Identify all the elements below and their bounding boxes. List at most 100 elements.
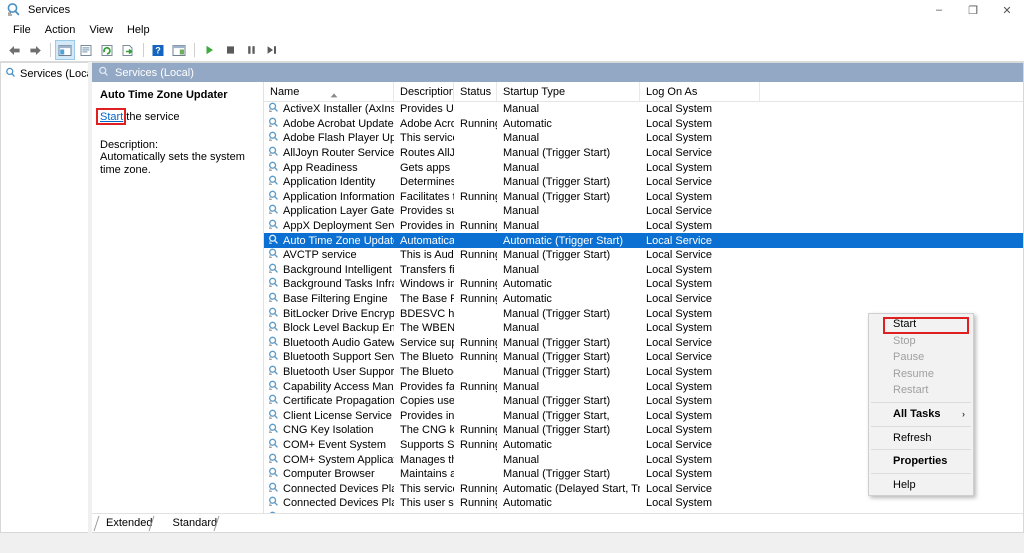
cell-name: Block Level Backup Engine ... (264, 321, 394, 335)
cell-status: Running (454, 512, 497, 513)
cell-name: Application Layer Gateway ... (264, 204, 394, 218)
cell-log-on-as: Local Service (646, 293, 713, 306)
cell-description: Provides su... (400, 205, 454, 218)
toolbar-separator-3 (194, 43, 195, 57)
service-name-label: Base Filtering Engine (283, 293, 388, 306)
cell-log-on-as: Local System (640, 512, 760, 513)
cell-startup-type: Automatic (503, 497, 552, 510)
table-row[interactable]: Background Tasks Infrastru... Windows in.… (264, 277, 1023, 292)
tree-node-services-local[interactable]: Services (Local) (1, 65, 99, 82)
menu-action[interactable]: Action (38, 21, 83, 39)
context-menu-start-label: Start (893, 318, 917, 330)
services-icon (268, 511, 279, 513)
table-row[interactable]: AllJoyn Router Service Routes AllJo... Man… (264, 146, 1023, 161)
service-name-label: Bluetooth Support Service (283, 351, 394, 364)
context-menu-help[interactable]: Help (869, 477, 973, 494)
tab-extended[interactable]: Extended (93, 515, 163, 532)
stop-service-icon[interactable] (220, 40, 240, 60)
show-hide-console-tree-icon[interactable] (55, 40, 75, 60)
context-menu-restart-label: Restart (893, 384, 929, 397)
services-icon (98, 66, 109, 80)
cell-name: Connected User Experience... (264, 511, 394, 513)
table-row[interactable]: Application Information Facilitates t... R… (264, 190, 1023, 205)
column-header-name[interactable]: Name (264, 82, 394, 102)
cell-name: Adobe Flash Player Update ... (264, 131, 394, 145)
table-row[interactable]: Adobe Flash Player Update ... This servic… (264, 131, 1023, 146)
service-name-label: Background Tasks Infrastru... (283, 278, 394, 291)
back-icon[interactable] (4, 40, 24, 60)
table-row[interactable]: Auto Time Zone Updater Automatica... Autom… (264, 233, 1023, 248)
services-list-pane: Name Description Status Startup Type Log… (264, 82, 1023, 513)
start-the-service-link[interactable]: Start (100, 111, 123, 123)
column-header-log-on-as[interactable]: Log On As (640, 82, 760, 102)
cell-description: Routes AllJo... (400, 147, 454, 160)
services-icon (268, 175, 279, 189)
context-menu-refresh[interactable]: Refresh (869, 430, 973, 447)
cell-log-on-as: Local Service (646, 438, 713, 451)
menu-help[interactable]: Help (120, 21, 157, 39)
export-list-icon[interactable] (118, 40, 138, 60)
cell-description: Copies user ... (400, 395, 454, 408)
services-icon (268, 292, 279, 306)
table-row[interactable]: Adobe Acrobat Update Serv... Adobe Acro..… (264, 117, 1023, 132)
maximize-button[interactable]: ❐ (956, 0, 990, 20)
refresh-icon[interactable] (97, 40, 117, 60)
table-row[interactable]: Connected User Experience...The Connec..… (264, 511, 1023, 513)
cell-startup-type: Manual (Trigger Start, (503, 409, 610, 422)
show-action-pane-icon[interactable] (169, 40, 189, 60)
context-menu-properties[interactable]: Properties (869, 453, 973, 470)
services-icon (268, 336, 279, 350)
restart-service-icon[interactable] (262, 40, 282, 60)
table-row[interactable]: AVCTP service This is Audi... Running Manua… (264, 248, 1023, 263)
pause-service-icon[interactable] (241, 40, 261, 60)
cell-name: COM+ System Application (264, 453, 394, 467)
table-row[interactable]: Connected Devices Platfor... This user se… (264, 496, 1023, 511)
menu-file[interactable]: File (6, 21, 38, 39)
table-row[interactable]: AppX Deployment Service (... Provides inf… (264, 219, 1023, 234)
menu-view[interactable]: View (82, 21, 120, 39)
forward-icon[interactable] (25, 40, 45, 60)
services-icon (268, 423, 279, 437)
services-icon (268, 131, 279, 145)
table-row[interactable]: App Readiness Gets apps re... Manual Local … (264, 160, 1023, 175)
help-icon[interactable]: ? (148, 40, 168, 60)
cell-log-on-as: Local Service (646, 147, 713, 160)
table-row[interactable]: Base Filtering Engine The Base Fil... Runn… (264, 292, 1023, 307)
context-menu: Start Stop Pause Resume Restart All Tasks › Ref… (868, 313, 974, 497)
table-row[interactable]: Application Layer Gateway ... Provides su… (264, 204, 1023, 219)
cell-log-on-as: Local System (646, 395, 713, 408)
column-header-startup-type[interactable]: Startup Type (497, 82, 640, 102)
column-header-description[interactable]: Description (394, 82, 454, 102)
cell-name: Adobe Acrobat Update Serv... (264, 117, 394, 131)
tab-standard[interactable]: Standard (162, 515, 228, 532)
table-row[interactable]: Background Intelligent Tran... Transfers … (264, 263, 1023, 278)
cell-status: Running (460, 293, 497, 306)
context-menu-start[interactable]: Start (869, 316, 973, 334)
properties-icon[interactable] (76, 40, 96, 60)
cell-startup-type: Manual (Trigger Start) (503, 307, 611, 320)
table-row[interactable]: ActiveX Installer (AxInstSV) Provides Us.… (264, 102, 1023, 117)
column-header-status[interactable]: Status (454, 82, 497, 102)
minimize-button[interactable]: – (922, 0, 956, 20)
cell-status: Running (460, 220, 497, 233)
menu-bar: File Action View Help (0, 20, 1024, 39)
cell-status: Running (460, 351, 497, 364)
start-service-icon[interactable] (199, 40, 219, 60)
services-icon (268, 263, 279, 277)
cell-name: Auto Time Zone Updater (264, 234, 394, 248)
service-name-label: App Readiness (283, 161, 358, 174)
services-icon (268, 482, 279, 496)
cell-startup-type: Manual (503, 205, 540, 218)
context-menu-restart: Restart (869, 382, 973, 399)
close-button[interactable]: ✕ (990, 0, 1024, 20)
table-row[interactable]: Application Identity Determines ... Manual… (264, 175, 1023, 190)
service-name-label: Background Intelligent Tran... (283, 263, 394, 276)
context-menu-all-tasks[interactable]: All Tasks › (869, 406, 973, 423)
cell-description: Provides Us... (400, 103, 454, 116)
service-name-label: AppX Deployment Service (... (283, 220, 394, 233)
cell-log-on-as: Local Service (646, 351, 713, 364)
services-icon (268, 146, 279, 160)
services-icon (268, 117, 279, 131)
cell-startup-type: Manual (503, 380, 540, 393)
cell-startup-type: Manual (Trigger Start) (503, 468, 611, 481)
